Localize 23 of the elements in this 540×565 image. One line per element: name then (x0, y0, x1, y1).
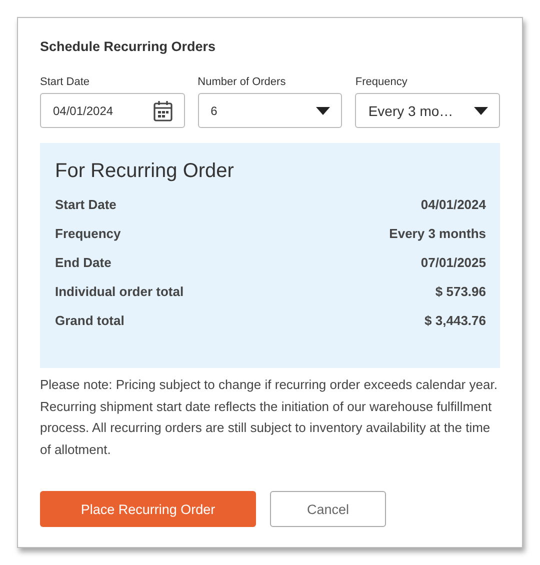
field-label: Number of Orders (198, 76, 287, 88)
summary-value: $ 3,443.76 (424, 313, 486, 330)
field-label: Start Date (40, 76, 91, 88)
note-text: Please note: Pricing subject to change if recurring order exceeds calendar year. Recurring shipment start date reflects the initiation of our warehouse fulfillment process. All recurring orders are still subject to inventory availability at the time of allotment. (40, 376, 498, 458)
caret-icon (474, 106, 488, 114)
summary-label: End Date (55, 255, 112, 272)
date-field[interactable]: 04/01/2024 (40, 93, 185, 128)
dropdown[interactable]: Every 3 mo… (355, 93, 500, 128)
dropdown[interactable]: 6 (198, 93, 342, 128)
summary-label: Frequency (55, 226, 121, 243)
cancel-button[interactable]: Cancel (270, 491, 386, 527)
field-label: Frequency (355, 76, 408, 88)
dialog-title: Schedule Recurring Orders (40, 39, 217, 54)
caret-icon (316, 106, 330, 114)
summary-value: 07/01/2025 (420, 255, 486, 272)
summary-value: 04/01/2024 (420, 197, 486, 214)
summary-title: For Recurring Order (55, 160, 235, 183)
summary-label: Start Date (55, 197, 116, 214)
summary-value: Every 3 months (389, 226, 486, 243)
summary-value: $ 573.96 (435, 284, 486, 301)
calendar-icon (152, 100, 173, 122)
summary-label: Individual order total (55, 284, 184, 301)
summary-label: Grand total (55, 313, 124, 330)
